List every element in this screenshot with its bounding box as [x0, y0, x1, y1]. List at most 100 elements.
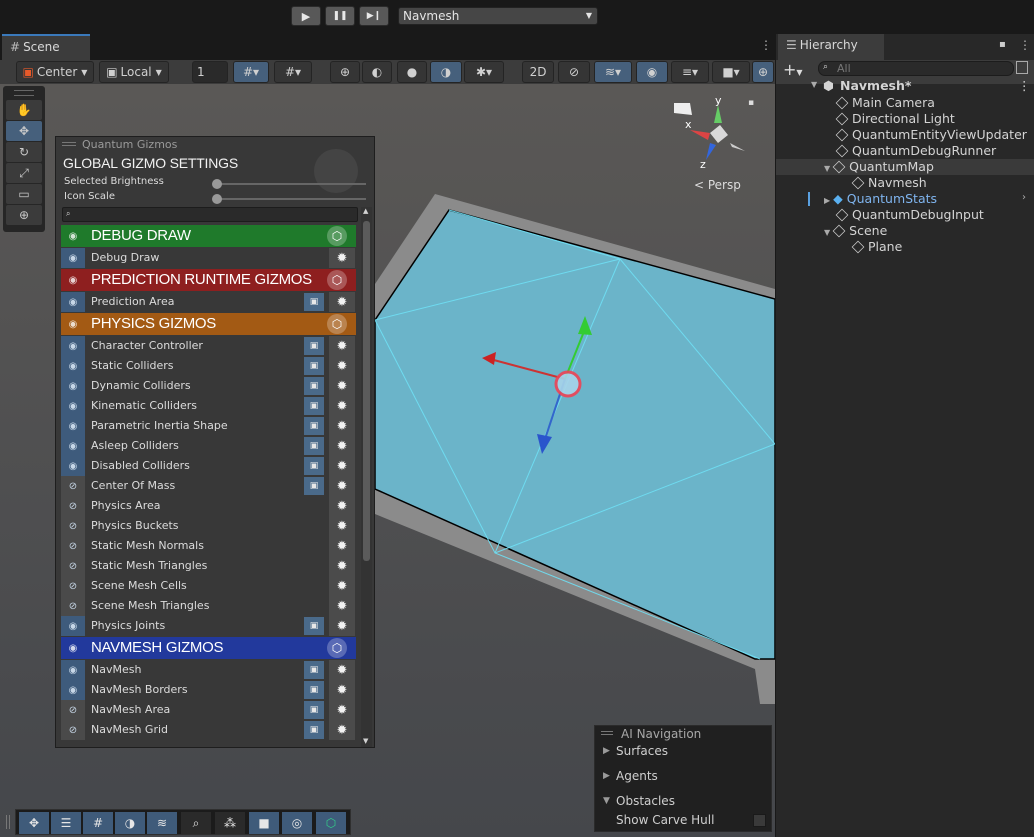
carve-hull-checkbox[interactable]: [753, 814, 766, 827]
select-icon[interactable]: ▣: [304, 457, 324, 475]
persp-label[interactable]: < Persp: [694, 178, 741, 192]
increment-snap-button[interactable]: #▾: [274, 61, 312, 83]
eye-off-icon[interactable]: ⊘: [61, 720, 85, 740]
surfaces-foldout[interactable]: Surfaces: [616, 744, 668, 758]
more-options-icon[interactable]: ⋮: [1019, 38, 1031, 52]
expand-arrow-icon[interactable]: ▼: [811, 80, 817, 89]
select-icon[interactable]: ▣: [304, 477, 324, 495]
eye-icon[interactable]: ◉: [61, 637, 85, 659]
gear-icon[interactable]: ✹: [329, 556, 355, 576]
tab-hierarchy[interactable]: ☰ Hierarchy: [778, 34, 884, 60]
settings-overlay-button[interactable]: ☰: [51, 812, 81, 834]
hierarchy-item-scene[interactable]: ▼ Scene: [824, 223, 887, 238]
grid-snap-button[interactable]: #▾: [233, 61, 269, 83]
eye-off-icon[interactable]: ⊘: [61, 516, 85, 536]
lock-icon[interactable]: ▪: [999, 39, 1006, 50]
tab-scene[interactable]: # Scene: [2, 34, 90, 60]
agent-overlay-button[interactable]: ⁂: [215, 812, 245, 834]
expand-arrow-icon[interactable]: ▶: [824, 196, 830, 205]
hierarchy-item-directional-light[interactable]: Directional Light: [835, 111, 955, 126]
eye-icon[interactable]: ◉: [61, 436, 85, 456]
eye-icon[interactable]: ◉: [61, 356, 85, 376]
gear-icon[interactable]: ✹: [329, 436, 355, 456]
hierarchy-search-input[interactable]: ⌕ All: [818, 61, 1014, 76]
quantum-badge-icon[interactable]: ⬡: [327, 638, 347, 658]
unlit-button[interactable]: ●: [397, 61, 427, 83]
pivot-dropdown[interactable]: ▣ Center ▼: [16, 61, 94, 83]
obstacles-foldout[interactable]: Obstacles: [616, 794, 675, 808]
select-icon[interactable]: ▣: [304, 293, 324, 311]
gear-icon[interactable]: ✹: [329, 336, 355, 356]
select-icon[interactable]: ▣: [304, 437, 324, 455]
space-dropdown[interactable]: ▣ Local ▼: [99, 61, 169, 83]
select-icon[interactable]: ▣: [304, 337, 324, 355]
select-icon[interactable]: ▣: [304, 721, 324, 739]
scene-dropdown[interactable]: Navmesh ▼: [398, 7, 598, 25]
quantum-overlay-button[interactable]: ⬡: [316, 812, 346, 834]
camera-overlay-button[interactable]: ■: [249, 812, 279, 834]
gear-icon[interactable]: ✹: [329, 700, 355, 720]
select-icon[interactable]: ▣: [304, 417, 324, 435]
lock-icon[interactable]: ▪: [748, 98, 754, 108]
eye-off-icon[interactable]: ⊘: [61, 700, 85, 720]
eye-off-icon[interactable]: ⊘: [61, 576, 85, 596]
eye-icon[interactable]: ◉: [61, 376, 85, 396]
eye-icon[interactable]: ◉: [61, 616, 85, 636]
effects-button[interactable]: ≋▾: [594, 61, 632, 83]
navmesh-overlay-button[interactable]: ≋: [147, 812, 177, 834]
gear-icon[interactable]: ✹: [329, 292, 355, 312]
gear-icon[interactable]: ✹: [329, 396, 355, 416]
lit-button[interactable]: ◑: [430, 61, 462, 83]
select-icon[interactable]: ▣: [304, 357, 324, 375]
expand-arrow-icon[interactable]: ▼: [824, 164, 830, 173]
chevron-right-icon[interactable]: ▶: [603, 771, 610, 781]
more-options-icon[interactable]: ⋮: [1018, 78, 1031, 93]
overlay-drag-handle[interactable]: [601, 731, 613, 735]
expand-arrow-icon[interactable]: ▼: [824, 228, 830, 237]
section-navmesh[interactable]: ◉ NAVMESH GIZMOS ⬡: [61, 637, 356, 659]
draw-mode-button[interactable]: ⊕: [330, 61, 360, 83]
shading-button[interactable]: ◐: [362, 61, 392, 83]
orientation-gizmo[interactable]: [670, 95, 760, 185]
eye-icon[interactable]: ◉: [61, 225, 85, 247]
visibility-button[interactable]: ◉: [636, 61, 668, 83]
select-icon[interactable]: ▣: [304, 377, 324, 395]
gear-icon[interactable]: ✹: [329, 720, 355, 740]
gear-icon[interactable]: ✹: [329, 660, 355, 680]
eye-icon[interactable]: ◉: [61, 248, 85, 268]
hierarchy-item-quantum-stats[interactable]: ▶ ◆ QuantumStats: [824, 191, 937, 206]
eye-off-icon[interactable]: ⊘: [61, 476, 85, 496]
chevron-right-icon[interactable]: ›: [1022, 192, 1026, 203]
gear-icon[interactable]: ✹: [329, 376, 355, 396]
transform-tool-button[interactable]: ⊕: [6, 205, 42, 225]
section-debug-draw[interactable]: ◉ DEBUG DRAW ⬡: [61, 225, 356, 247]
gizmo-search-input[interactable]: ⌕: [62, 207, 358, 222]
quantum-badge-icon[interactable]: ⬡: [327, 226, 347, 246]
eye-icon[interactable]: ◉: [61, 313, 85, 335]
hierarchy-item-main-camera[interactable]: Main Camera: [835, 95, 935, 110]
rotate-tool-button[interactable]: ↻: [6, 142, 42, 162]
eye-icon[interactable]: ◉: [61, 680, 85, 700]
camera-button[interactable]: ■▾: [712, 61, 750, 83]
eye-off-icon[interactable]: ⊘: [61, 596, 85, 616]
2d-toggle-button[interactable]: 2D: [522, 61, 554, 83]
gear-icon[interactable]: ✹: [329, 248, 355, 268]
play-button[interactable]: ▶: [291, 6, 321, 26]
gear-icon[interactable]: ✹: [329, 416, 355, 436]
eye-icon[interactable]: ◉: [61, 336, 85, 356]
debug-mode-button[interactable]: ✱▾: [464, 61, 504, 83]
select-icon[interactable]: ▣: [304, 681, 324, 699]
grid-size-field[interactable]: 1: [192, 61, 228, 83]
layers-button[interactable]: ≡▾: [671, 61, 709, 83]
scale-tool-button[interactable]: ⤢: [6, 163, 42, 183]
gear-icon[interactable]: ✹: [329, 596, 355, 616]
expand-icon[interactable]: [1016, 61, 1028, 74]
hierarchy-item-navmesh[interactable]: Navmesh: [851, 175, 927, 190]
gear-icon[interactable]: ✹: [329, 476, 355, 496]
drag-handle[interactable]: [14, 90, 34, 96]
gear-icon[interactable]: ✹: [329, 456, 355, 476]
eye-off-icon[interactable]: ⊘: [61, 536, 85, 556]
move-tool-button[interactable]: ✥: [6, 121, 42, 141]
move-overlay-button[interactable]: ✥: [19, 812, 49, 834]
gear-icon[interactable]: ✹: [329, 516, 355, 536]
